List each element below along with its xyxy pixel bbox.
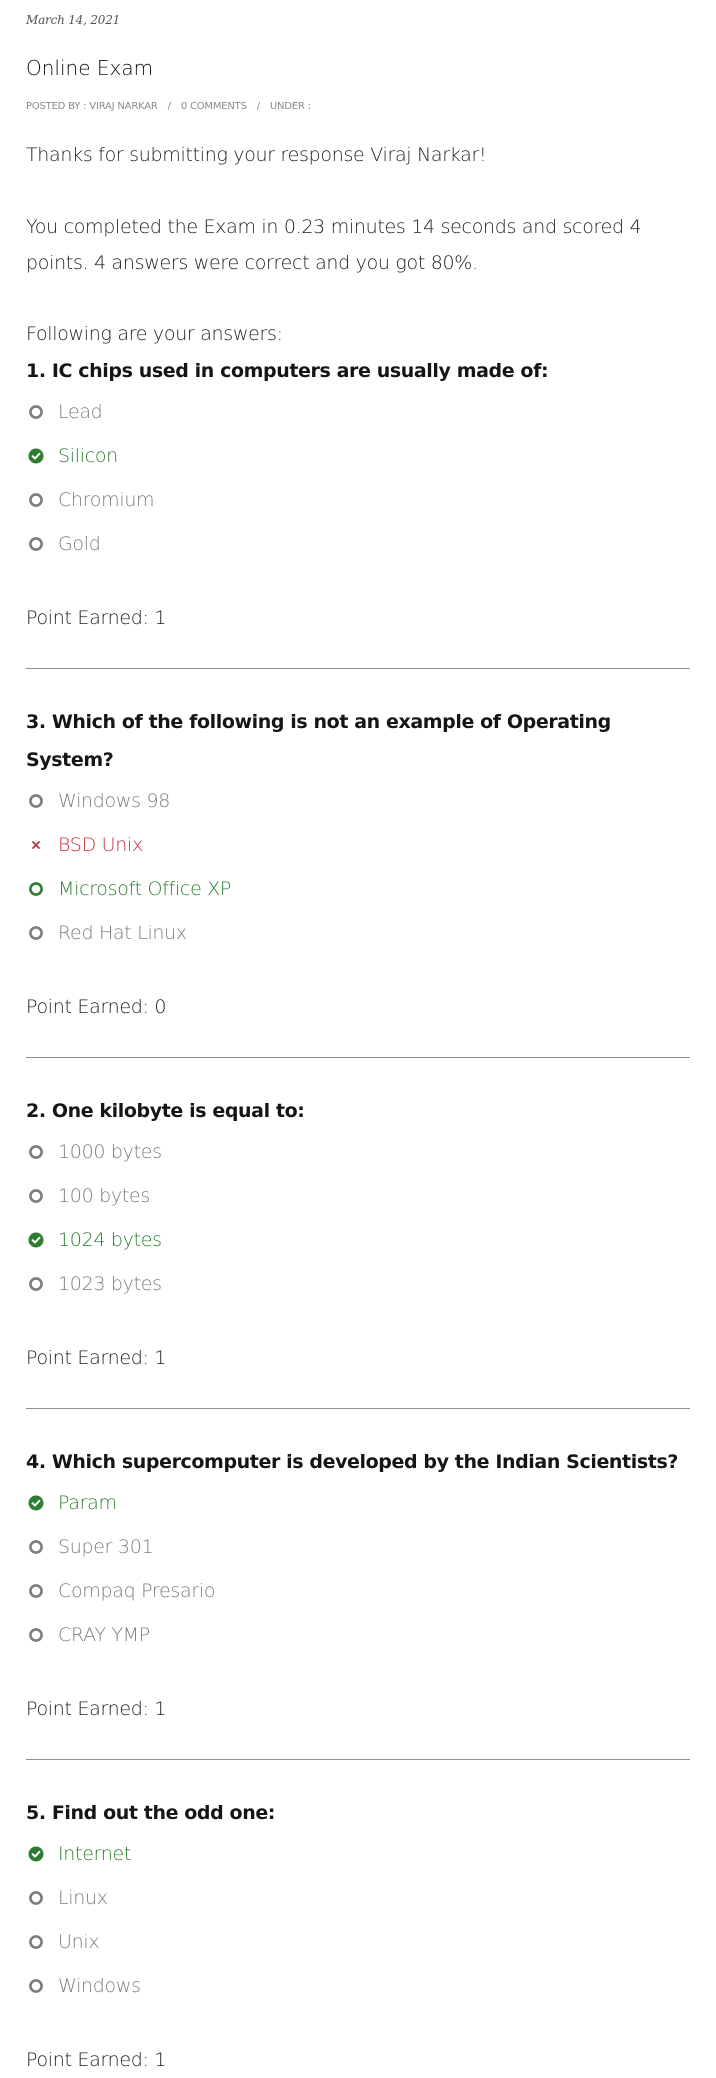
circle-outline-icon (28, 925, 44, 941)
circle-outline-icon (28, 492, 44, 508)
option-label: Chromium (58, 489, 155, 511)
question-title: 2. One kilobyte is equal to: (26, 1100, 305, 1122)
option-label: Unix (58, 1931, 100, 1953)
option-label: 1023 bytes (58, 1273, 162, 1295)
option-label: Gold (58, 533, 101, 555)
answers-heading: Following are your answers: (26, 323, 283, 345)
option-label: Linux (58, 1887, 108, 1909)
answer-option: Chromium (26, 478, 690, 522)
circle-outline-icon (28, 1539, 44, 1555)
score-summary: You completed the Exam in 0.23 minutes 1… (26, 216, 642, 274)
circle-outline-icon (28, 404, 44, 420)
answer-option: Param (26, 1481, 690, 1525)
question-block: 2. One kilobyte is equal to: 1000 bytes 1… (26, 1092, 690, 1409)
comments-link[interactable]: 0 COMMENTS (181, 101, 247, 117)
option-label: Internet (58, 1843, 132, 1865)
option-label: BSD Unix (58, 834, 143, 856)
circle-outline-icon (28, 1890, 44, 1906)
circle-outline-icon (28, 1978, 44, 1994)
meta-separator: / (167, 101, 171, 112)
points-earned: Point Earned: 1 (26, 2049, 167, 2071)
question-divider (26, 1408, 690, 1409)
answer-option: CRAY YMP (26, 1613, 690, 1657)
circle-outline-icon (28, 881, 44, 897)
circle-outline-icon (28, 536, 44, 552)
option-label: Windows 98 (58, 790, 171, 812)
option-label: Silicon (58, 445, 118, 467)
result-intro: Thanks for submitting your response Vira… (26, 137, 690, 352)
question-block: 1. IC chips used in computers are usuall… (26, 352, 690, 669)
answer-option: Windows 98 (26, 779, 690, 823)
options-list: Lead Silicon Chromium Gold (26, 390, 690, 566)
circle-outline-icon (28, 793, 44, 809)
answer-option: Internet (26, 1832, 690, 1876)
post-title: Online Exam (26, 56, 154, 80)
circle-outline-icon (28, 1188, 44, 1204)
category-label: UNDER : (269, 101, 311, 112)
answer-option: Silicon (26, 434, 690, 478)
option-label: Microsoft Office XP (58, 878, 232, 900)
post-meta: POSTED BY : VIRAJ NARKAR / 0 COMMENTS / … (26, 101, 690, 117)
options-list: Windows 98 BSD Unix Microsoft Office XP Red… (26, 779, 690, 955)
question-block: 4. Which supercomputer is developed by t… (26, 1443, 690, 1760)
options-list: Param Super 301 Compaq Presario CRAY YMP (26, 1481, 690, 1657)
circle-outline-icon (28, 1627, 44, 1643)
circle-outline-icon (28, 1583, 44, 1599)
option-label: Lead (58, 401, 103, 423)
question-divider (26, 1057, 690, 1058)
exam-result-page: March 14, 2021 Online Exam POSTED BY : V… (0, 0, 716, 2078)
answer-option: 1000 bytes (26, 1130, 690, 1174)
question-block: 5. Find out the odd one: Internet Linux Un… (26, 1794, 690, 2078)
option-label: CRAY YMP (58, 1624, 150, 1646)
question-divider (26, 668, 690, 669)
answer-option: Gold (26, 522, 690, 566)
answer-option: Red Hat Linux (26, 911, 690, 955)
circle-outline-icon (28, 1276, 44, 1292)
circle-outline-icon (28, 1934, 44, 1950)
cross-icon (28, 837, 44, 853)
option-label: 1024 bytes (58, 1229, 162, 1251)
post-date: March 14, 2021 (26, 13, 121, 27)
option-label: Red Hat Linux (58, 922, 187, 944)
question-title: 5. Find out the odd one: (26, 1802, 276, 1824)
answer-option: BSD Unix (26, 823, 690, 867)
check-circle-icon (28, 1232, 44, 1248)
check-circle-icon (28, 1846, 44, 1862)
answer-option: Windows (26, 1964, 690, 2008)
answer-option: Linux (26, 1876, 690, 1920)
option-label: Super 301 (58, 1536, 154, 1558)
option-label: Compaq Presario (58, 1580, 216, 1602)
options-list: Internet Linux Unix Windows (26, 1832, 690, 2008)
question-title: 3. Which of the following is not an exam… (26, 711, 611, 771)
question-title: 4. Which supercomputer is developed by t… (26, 1451, 678, 1473)
question-title: 1. IC chips used in computers are usuall… (26, 360, 549, 382)
answer-option: Lead (26, 390, 690, 434)
option-label: 1000 bytes (58, 1141, 162, 1163)
option-label: Param (58, 1492, 117, 1514)
answer-option: Compaq Presario (26, 1569, 690, 1613)
thanks-message: Thanks for submitting your response Vira… (26, 144, 487, 166)
answer-option: 1023 bytes (26, 1262, 690, 1306)
answer-option: Unix (26, 1920, 690, 1964)
questions-list: 1. IC chips used in computers are usuall… (26, 352, 690, 2078)
question-divider (26, 1759, 690, 1760)
points-earned: Point Earned: 1 (26, 1347, 167, 1369)
answer-option: Microsoft Office XP (26, 867, 690, 911)
question-block: 3. Which of the following is not an exam… (26, 703, 690, 1058)
answer-option: 1024 bytes (26, 1218, 690, 1262)
check-circle-icon (28, 448, 44, 464)
option-label: 100 bytes (58, 1185, 150, 1207)
points-earned: Point Earned: 1 (26, 1698, 167, 1720)
circle-outline-icon (28, 1144, 44, 1160)
points-earned: Point Earned: 1 (26, 607, 167, 629)
answer-option: 100 bytes (26, 1174, 690, 1218)
option-label: Windows (58, 1975, 141, 1997)
options-list: 1000 bytes 100 bytes 1024 bytes 1023 bytes (26, 1130, 690, 1306)
meta-separator: / (256, 101, 260, 112)
check-circle-icon (28, 1495, 44, 1511)
points-earned: Point Earned: 0 (26, 996, 167, 1018)
answer-option: Super 301 (26, 1525, 690, 1569)
posted-by[interactable]: POSTED BY : VIRAJ NARKAR (26, 101, 158, 117)
